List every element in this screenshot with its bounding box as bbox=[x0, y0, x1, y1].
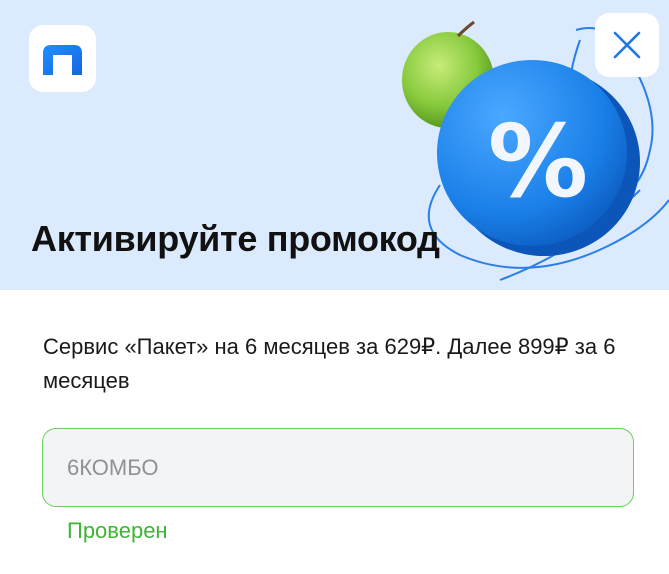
svg-text:%: % bbox=[488, 103, 588, 220]
close-icon bbox=[613, 31, 641, 59]
offer-description: Сервис «Пакет» на 6 месяцев за 629₽. Дал… bbox=[43, 334, 616, 393]
service-logo-icon bbox=[43, 45, 82, 75]
promo-hero-banner: % Активируйте промокод bbox=[0, 0, 669, 290]
promo-code-input[interactable] bbox=[42, 428, 634, 507]
service-logo bbox=[29, 25, 96, 92]
promo-status-text: Проверен bbox=[67, 518, 168, 543]
close-button[interactable] bbox=[595, 13, 659, 77]
percent-badge-illustration: % bbox=[437, 60, 640, 256]
page-title: Активируйте промокод bbox=[31, 218, 440, 259]
